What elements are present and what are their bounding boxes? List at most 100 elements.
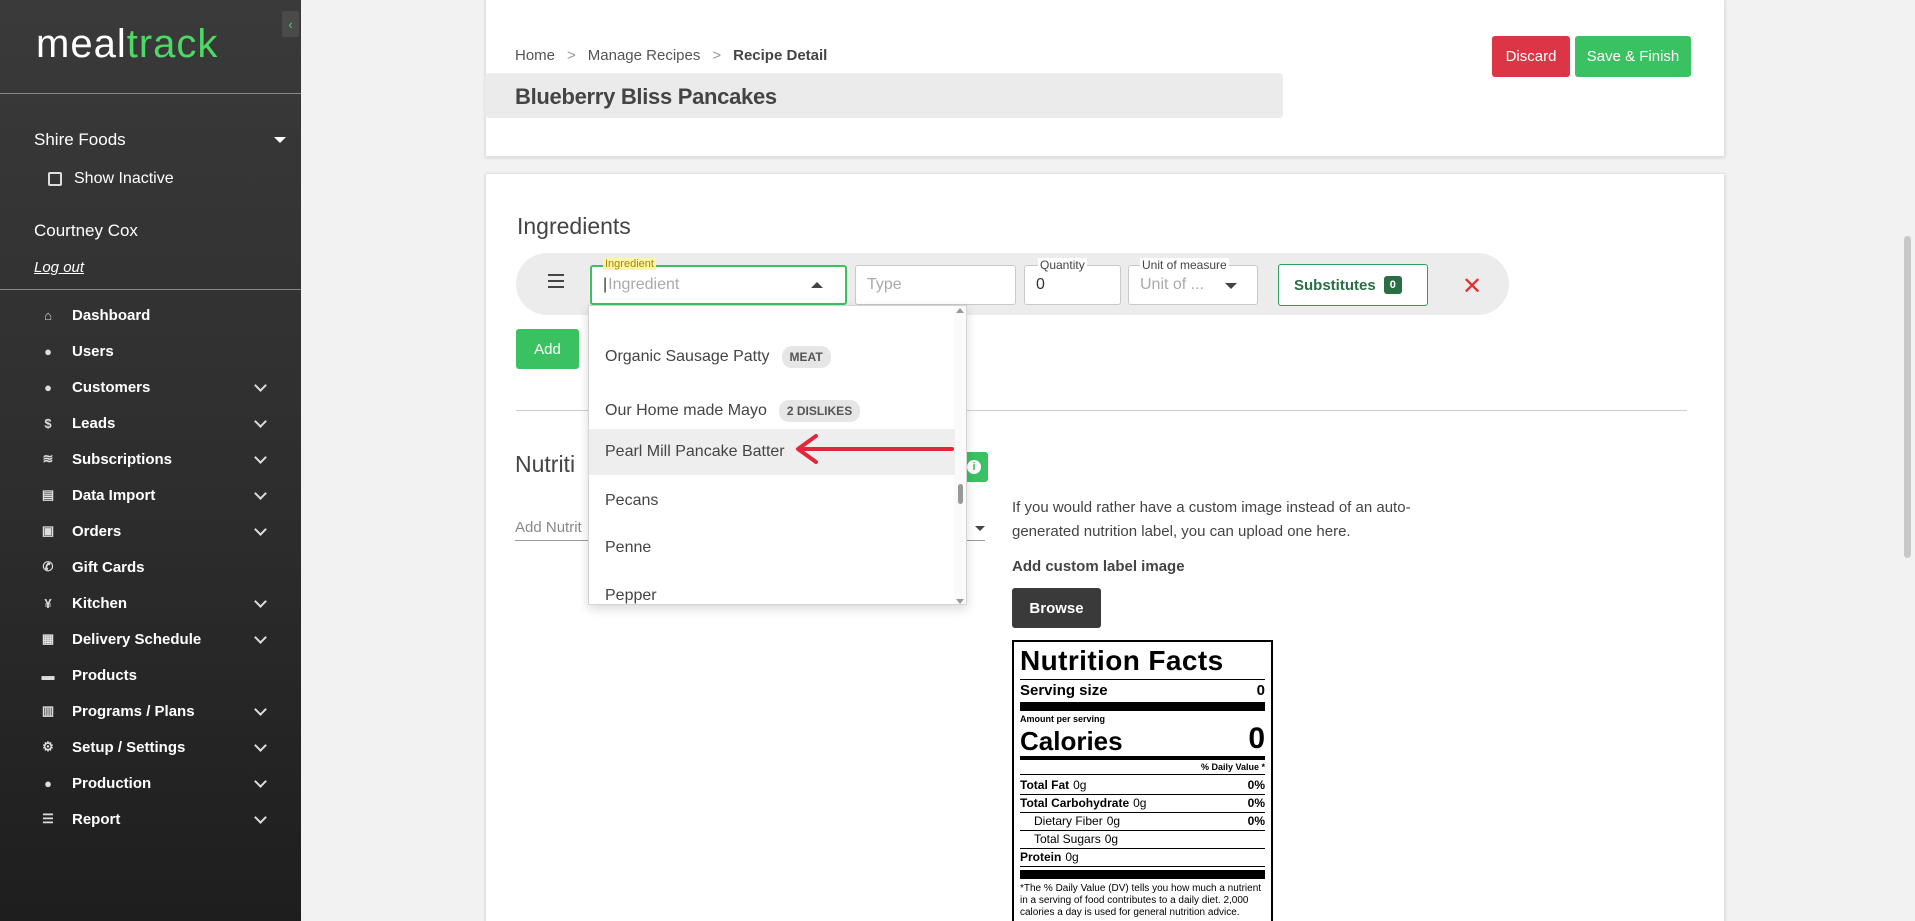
ingredients-title: Ingredients	[517, 213, 631, 239]
sidebar-item-label: Leads	[72, 414, 116, 432]
text-cursor: |	[603, 276, 608, 293]
option-label: Pecans	[605, 492, 659, 509]
calories-row: Calories 0	[1020, 722, 1265, 756]
user-name: Courtney Cox	[34, 221, 138, 240]
gear-icon: ⚙	[42, 739, 54, 754]
caret-up-icon	[811, 282, 823, 288]
dropdown-option[interactable]: Penne	[589, 525, 955, 571]
dropdown-scrollbar[interactable]	[954, 306, 966, 604]
drag-handle-icon[interactable]	[548, 274, 564, 292]
sidebar-item-data-import[interactable]: ▤ Data Import	[0, 477, 301, 513]
ingredient-select[interactable]: | Ingredient	[590, 265, 847, 305]
unit-label: Unit of measure	[1140, 258, 1229, 272]
org-select[interactable]: Shire Foods	[34, 130, 290, 150]
type-input[interactable]: Type	[855, 265, 1016, 305]
logout-link[interactable]: Log out	[34, 259, 84, 276]
sidebar-item-label: Kitchen	[72, 594, 128, 612]
breadcrumb-separator: >	[567, 47, 576, 64]
dropdown-option[interactable]: Pepper	[589, 573, 955, 604]
sidebar-item-label: Production	[72, 774, 152, 792]
chevron-down-icon	[254, 595, 267, 608]
save-finish-button[interactable]: Save & Finish	[1575, 36, 1691, 77]
chevron-down-icon	[254, 775, 267, 788]
home-icon: ⌂	[44, 307, 52, 323]
dropdown-option[interactable]: Pecans	[589, 478, 955, 524]
scroll-down-icon[interactable]	[956, 599, 964, 604]
nutrient-row: Total Sugars 0g	[1020, 831, 1265, 849]
sidebar-item-setup-settings[interactable]: ⚙ Setup / Settings	[0, 729, 301, 765]
caret-down-icon	[1225, 283, 1237, 289]
scroll-up-icon[interactable]	[956, 308, 964, 313]
dropdown-option[interactable]: Our Home made Mayo 2 DISLIKES	[589, 387, 955, 435]
nutrition-facts-label: Nutrition Facts Serving size 0 Amount per…	[1012, 640, 1273, 921]
daily-value-header: % Daily Value *	[1200, 762, 1265, 772]
serving-size-row: Serving size 0	[1020, 682, 1265, 699]
sidebar-item-users[interactable]: ● Users	[0, 333, 301, 369]
info-icon: i	[967, 460, 981, 474]
amount-per-serving: Amount per serving	[1020, 714, 1106, 724]
sidebar-item-label: Setup / Settings	[72, 738, 186, 756]
sidebar-item-gift-cards[interactable]: ✆ Gift Cards	[0, 549, 301, 585]
quantity-value: 0	[1036, 276, 1045, 293]
sidebar-item-customers[interactable]: ● Customers	[0, 369, 301, 405]
quantity-label: Quantity	[1038, 258, 1087, 272]
discard-button[interactable]: Discard	[1492, 36, 1570, 77]
breadcrumb: Home > Manage Recipes > Recipe Detail	[515, 47, 827, 64]
list-icon: ☰	[42, 811, 54, 826]
substitutes-button[interactable]: Substitutes 0	[1278, 264, 1428, 306]
show-inactive-toggle[interactable]: Show Inactive	[48, 170, 174, 188]
substitutes-label: Substitutes	[1294, 276, 1376, 294]
sidebar-item-orders[interactable]: ▣ Orders	[0, 513, 301, 549]
chevron-down-icon	[254, 811, 267, 824]
custom-image-description: If you would rather have a custom image …	[1012, 499, 1411, 540]
sidebar-item-label: Users	[72, 342, 114, 360]
browse-button[interactable]: Browse	[1012, 588, 1101, 628]
show-inactive-checkbox[interactable]	[48, 172, 62, 186]
sidebar-item-label: Products	[72, 666, 138, 684]
page-scrollbar-thumb[interactable]	[1904, 236, 1911, 558]
breadcrumb-manage-recipes[interactable]: Manage Recipes	[588, 47, 701, 64]
nutrient-rows: Total Fat 0g 0% Total Carbohydrate 0g 0% Dieta…	[1020, 777, 1265, 867]
breadcrumb-home[interactable]: Home	[515, 47, 555, 64]
add-ingredient-button[interactable]: Add	[516, 329, 579, 369]
sidebar-item-products[interactable]: ▬ Products	[0, 657, 301, 693]
sidebar-item-subscriptions[interactable]: ≋ Subscriptions	[0, 441, 301, 477]
option-label: Organic Sausage Patty	[605, 348, 770, 365]
dropdown-option[interactable]: Organic Sausage Patty MEAT	[589, 333, 955, 381]
sidebar-item-kitchen[interactable]: ¥ Kitchen	[0, 585, 301, 621]
sidebar-item-dashboard[interactable]: ⌂ Dashboard	[0, 297, 301, 333]
sidebar-item-programs-plans[interactable]: ▥ Programs / Plans	[0, 693, 301, 729]
option-label: Pearl Mill Pancake Batter	[605, 443, 785, 460]
recipe-title[interactable]: Blueberry Bliss Pancakes	[515, 84, 777, 110]
collapse-sidebar-button[interactable]: ‹	[282, 11, 299, 37]
file-icon: ▤	[41, 487, 55, 502]
chevron-down-icon	[254, 487, 267, 500]
chevron-down-icon	[254, 523, 267, 536]
chevron-down-icon	[254, 703, 267, 716]
nutrition-facts-title: Nutrition Facts	[1020, 645, 1224, 676]
remove-ingredient-icon[interactable]: ✕	[1462, 272, 1482, 301]
add-custom-label-heading: Add custom label image	[1012, 558, 1185, 575]
customers-icon: ●	[44, 379, 52, 395]
sidebar-item-report[interactable]: ☰ Report	[0, 801, 301, 837]
show-inactive-label: Show Inactive	[74, 170, 174, 187]
bag-icon: ▣	[41, 523, 55, 538]
dollar-icon: $	[44, 415, 52, 431]
logo: mealtrack	[36, 22, 219, 66]
sidebar-item-label: Programs / Plans	[72, 702, 195, 720]
substitutes-count-badge: 0	[1383, 276, 1402, 294]
sidebar-item-production[interactable]: ● Production	[0, 765, 301, 801]
chevron-down-icon	[254, 415, 267, 428]
option-label: Penne	[605, 539, 652, 556]
ingredient-placeholder: Ingredient	[608, 276, 680, 293]
chevron-down-icon	[254, 631, 267, 644]
sidebar-item-delivery-schedule[interactable]: ▦ Delivery Schedule	[0, 621, 301, 657]
sidebar-item-label: Dashboard	[72, 306, 151, 324]
nutrient-row: Total Fat 0g 0%	[1020, 777, 1265, 795]
scrollbar-thumb[interactable]	[958, 484, 963, 504]
divider	[0, 93, 301, 94]
breadcrumb-separator: >	[712, 47, 722, 64]
ingredient-label: Ingredient	[603, 258, 656, 270]
box-icon: ▬	[41, 667, 55, 683]
sidebar-item-leads[interactable]: $ Leads	[0, 405, 301, 441]
